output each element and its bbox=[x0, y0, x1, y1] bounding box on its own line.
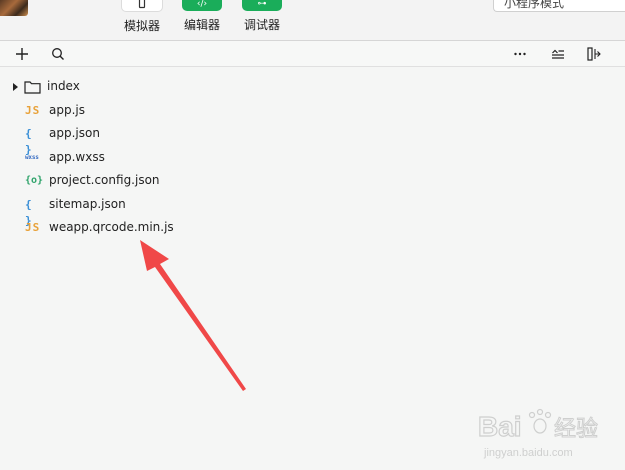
file-name: app.wxss bbox=[49, 149, 105, 164]
mode-select[interactable]: 小程序模式 bbox=[493, 0, 625, 12]
debugger-label: 调试器 bbox=[243, 18, 280, 32]
debug-icon: ⊶ bbox=[257, 0, 267, 9]
tree-item-weapp-qrcode[interactable]: JS weapp.qrcode.min.js bbox=[0, 217, 625, 241]
tree-item-project-config[interactable]: {o} project.config.json bbox=[0, 170, 625, 194]
tree-item-index[interactable]: index bbox=[0, 76, 625, 100]
collapse-all-icon[interactable] bbox=[550, 46, 566, 62]
file-tree: index JS app.js { } app.json wxss app.wx… bbox=[0, 76, 625, 241]
debugger-button-top[interactable]: ⊶ bbox=[242, 0, 282, 11]
mode-select-value: 小程序模式 bbox=[504, 0, 565, 10]
file-name: project.config.json bbox=[49, 173, 160, 187]
file-name: weapp.qrcode.min.js bbox=[49, 220, 174, 234]
phone-icon bbox=[138, 0, 146, 9]
config-file-icon: {o} bbox=[25, 175, 44, 186]
add-icon[interactable] bbox=[14, 46, 30, 62]
editor-label: 编辑器 bbox=[183, 18, 220, 32]
arrow-shape bbox=[140, 240, 246, 391]
watermark-logo-text: Bai bbox=[478, 411, 522, 442]
watermark: Bai 经验 jingyan.baidu.com bbox=[470, 402, 620, 462]
caret-right-icon[interactable] bbox=[13, 83, 18, 91]
js-file-icon: JS bbox=[25, 221, 41, 234]
file-name: app.json bbox=[49, 126, 100, 140]
tree-item-app-wxss[interactable]: wxss app.wxss bbox=[0, 147, 625, 171]
explorer-header bbox=[0, 41, 625, 67]
js-file-icon: JS bbox=[25, 103, 41, 117]
wxss-file-icon: wxss bbox=[25, 153, 39, 161]
simulator-label: 模拟器 bbox=[123, 19, 160, 33]
more-icon[interactable] bbox=[512, 46, 528, 62]
tree-item-app-json[interactable]: { } app.json bbox=[0, 123, 625, 156]
split-panel-icon[interactable] bbox=[586, 46, 602, 62]
watermark-url: jingyan.baidu.com bbox=[483, 447, 573, 459]
json-file-icon: { } bbox=[25, 127, 32, 156]
file-name: app.js bbox=[49, 102, 85, 117]
json-file-icon: { } bbox=[25, 197, 32, 227]
search-icon[interactable] bbox=[50, 46, 66, 62]
code-icon: ‹/› bbox=[196, 0, 208, 9]
tree-item-app-js[interactable]: JS app.js bbox=[0, 100, 625, 124]
watermark-logo-text-cn: 经验 bbox=[554, 417, 598, 442]
debugger-button[interactable]: ⊶ 调试器 bbox=[240, 0, 284, 33]
editor-button-top[interactable]: ‹/› bbox=[182, 0, 222, 11]
editor-button[interactable]: ‹/› 编辑器 bbox=[180, 0, 224, 33]
top-toolbar: 模拟器 ‹/› 编辑器 ⊶ 调试器 小程序模式 bbox=[0, 0, 625, 41]
simulator-button[interactable]: 模拟器 bbox=[120, 0, 164, 34]
simulator-button-top[interactable] bbox=[121, 0, 163, 12]
tree-item-sitemap-json[interactable]: { } sitemap.json bbox=[0, 194, 625, 227]
avatar[interactable] bbox=[0, 0, 28, 16]
baidu-paw-logo: Bai 经验 jingyan.baidu.com bbox=[477, 408, 599, 459]
folder-icon bbox=[24, 81, 41, 94]
file-name: index bbox=[47, 79, 80, 93]
file-name: sitemap.json bbox=[49, 196, 126, 211]
